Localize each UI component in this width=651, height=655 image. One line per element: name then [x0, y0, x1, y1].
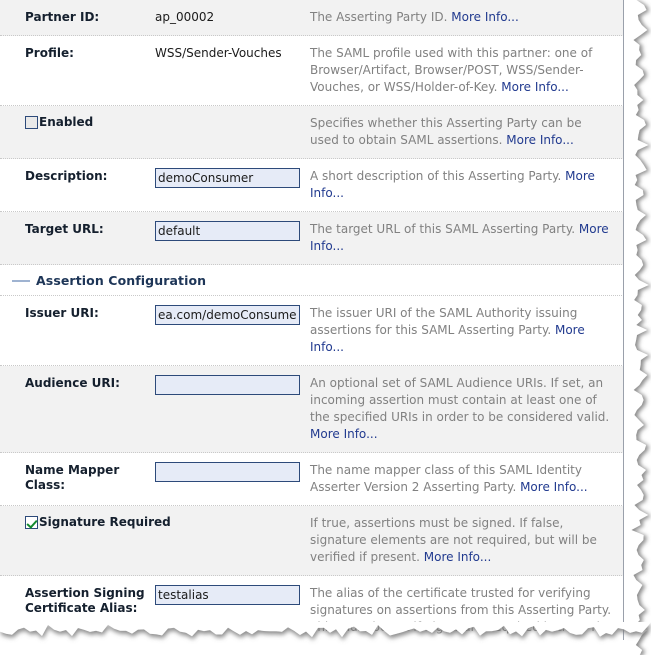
more-info-link[interactable]: More Info...: [310, 427, 378, 441]
input-cell-target-url: [155, 221, 310, 241]
field-label-issuer-uri: Issuer URI:: [25, 306, 99, 320]
checkbox-enabled[interactable]: [25, 116, 38, 129]
form-row-audience-uri: Audience URI: An optional set of SAML Aud…: [0, 366, 623, 453]
field-label-target-url: Target URL:: [25, 222, 104, 236]
input-cell-assertion-signing-certificate-alias: [155, 585, 310, 605]
form-row-description: Description: A short description of this …: [0, 159, 623, 212]
field-label-name-mapper-class: Name Mapper Class:: [25, 463, 120, 492]
field-label-partner-id: Partner ID:: [25, 10, 100, 24]
section-rule-left: [12, 279, 30, 282]
input-assertion-signing-certificate-alias[interactable]: [155, 585, 300, 605]
form-row-assertion-signing-certificate-alias: Assertion Signing Certificate Alias: The …: [0, 576, 623, 640]
field-label-assertion-signing-certificate-alias: Assertion Signing Certificate Alias:: [25, 586, 145, 615]
input-target-url[interactable]: [155, 221, 300, 241]
field-value-profile: WSS/Sender-Vouches: [155, 46, 282, 60]
checkbox-cell-enabled[interactable]: Enabled: [0, 115, 310, 130]
checkbox-cell-signature-required[interactable]: Signature Required: [0, 515, 310, 530]
description-text: A short description of this Asserting Pa…: [310, 169, 566, 183]
input-cell-issuer-uri: [155, 305, 310, 325]
input-description[interactable]: [155, 168, 300, 188]
more-info-link[interactable]: More Info...: [501, 80, 569, 94]
field-description-name-mapper-class: The name mapper class of this SAML Ident…: [310, 462, 623, 496]
checkbox-signature-required[interactable]: [25, 516, 38, 529]
asserting-party-form-panel: Partner ID: ap_00002 The Asserting Party I…: [0, 0, 624, 640]
field-description-partner-id: The Asserting Party ID. More Info...: [310, 9, 623, 26]
input-cell-audience-uri: [155, 375, 310, 395]
checkbox-label-signature-required: Signature Required: [39, 515, 171, 529]
field-description-issuer-uri: The issuer URI of the SAML Authority iss…: [310, 305, 623, 356]
input-cell-name-mapper-class: [155, 462, 310, 482]
section-title: Assertion Configuration: [36, 273, 207, 288]
field-description-description: A short description of this Asserting Pa…: [310, 168, 623, 202]
input-audience-uri[interactable]: [155, 375, 300, 395]
description-text: The issuer URI of the SAML Authority iss…: [310, 306, 578, 337]
field-description-target-url: The target URL of this SAML Asserting Pa…: [310, 221, 623, 255]
description-text: An optional set of SAML Audience URIs. I…: [310, 376, 610, 424]
torn-paper-right-edge: [624, 0, 651, 655]
field-description-profile: The SAML profile used with this partner:…: [310, 45, 623, 96]
field-description-signature-required: If true, assertions must be signed. If f…: [310, 515, 623, 566]
form-row-enabled: Enabled Specifies whether this Asserting …: [0, 106, 623, 159]
description-text: The Asserting Party ID.: [310, 10, 452, 24]
field-label-profile: Profile:: [25, 46, 74, 60]
field-description-enabled: Specifies whether this Asserting Party c…: [310, 115, 623, 149]
more-info-link[interactable]: More Info...: [520, 480, 588, 494]
screenshot-root: Partner ID: ap_00002 The Asserting Party I…: [0, 0, 651, 655]
more-info-link[interactable]: More Info...: [451, 10, 519, 24]
input-name-mapper-class[interactable]: [155, 462, 300, 482]
form-row-profile: Profile: WSS/Sender-Vouches The SAML profi…: [0, 36, 623, 106]
field-description-audience-uri: An optional set of SAML Audience URIs. I…: [310, 375, 623, 443]
checkbox-label-enabled: Enabled: [39, 115, 94, 129]
more-info-link[interactable]: More Info...: [506, 133, 574, 147]
form-row-name-mapper-class: Name Mapper Class: The name mapper class …: [0, 453, 623, 506]
description-text: The target URL of this SAML Asserting Pa…: [310, 222, 579, 236]
field-description-assertion-signing-certificate-alias: The alias of the certificate trusted for…: [310, 585, 623, 636]
torn-right-graphic: [624, 0, 649, 655]
assertion-configuration-section: Assertion Configuration: [0, 265, 623, 296]
field-label-description: Description:: [25, 169, 108, 183]
input-issuer-uri[interactable]: [155, 305, 300, 325]
form-row-target-url: Target URL: The target URL of this SAML A…: [0, 212, 623, 265]
form-row-issuer-uri: Issuer URI: The issuer URI of the SAML Au…: [0, 296, 623, 366]
section-header: Assertion Configuration: [0, 265, 221, 295]
field-label-audience-uri: Audience URI:: [25, 376, 120, 390]
form-row-partner-id: Partner ID: ap_00002 The Asserting Party I…: [0, 0, 623, 36]
input-cell-description: [155, 168, 310, 188]
field-value-partner-id: ap_00002: [155, 10, 215, 24]
form-rows: Partner ID: ap_00002 The Asserting Party I…: [0, 0, 623, 640]
form-row-signature-required: Signature Required If true, assertions mu…: [0, 506, 623, 576]
more-info-link[interactable]: More Info...: [424, 550, 492, 564]
description-text: The alias of the certificate trusted for…: [310, 586, 612, 634]
